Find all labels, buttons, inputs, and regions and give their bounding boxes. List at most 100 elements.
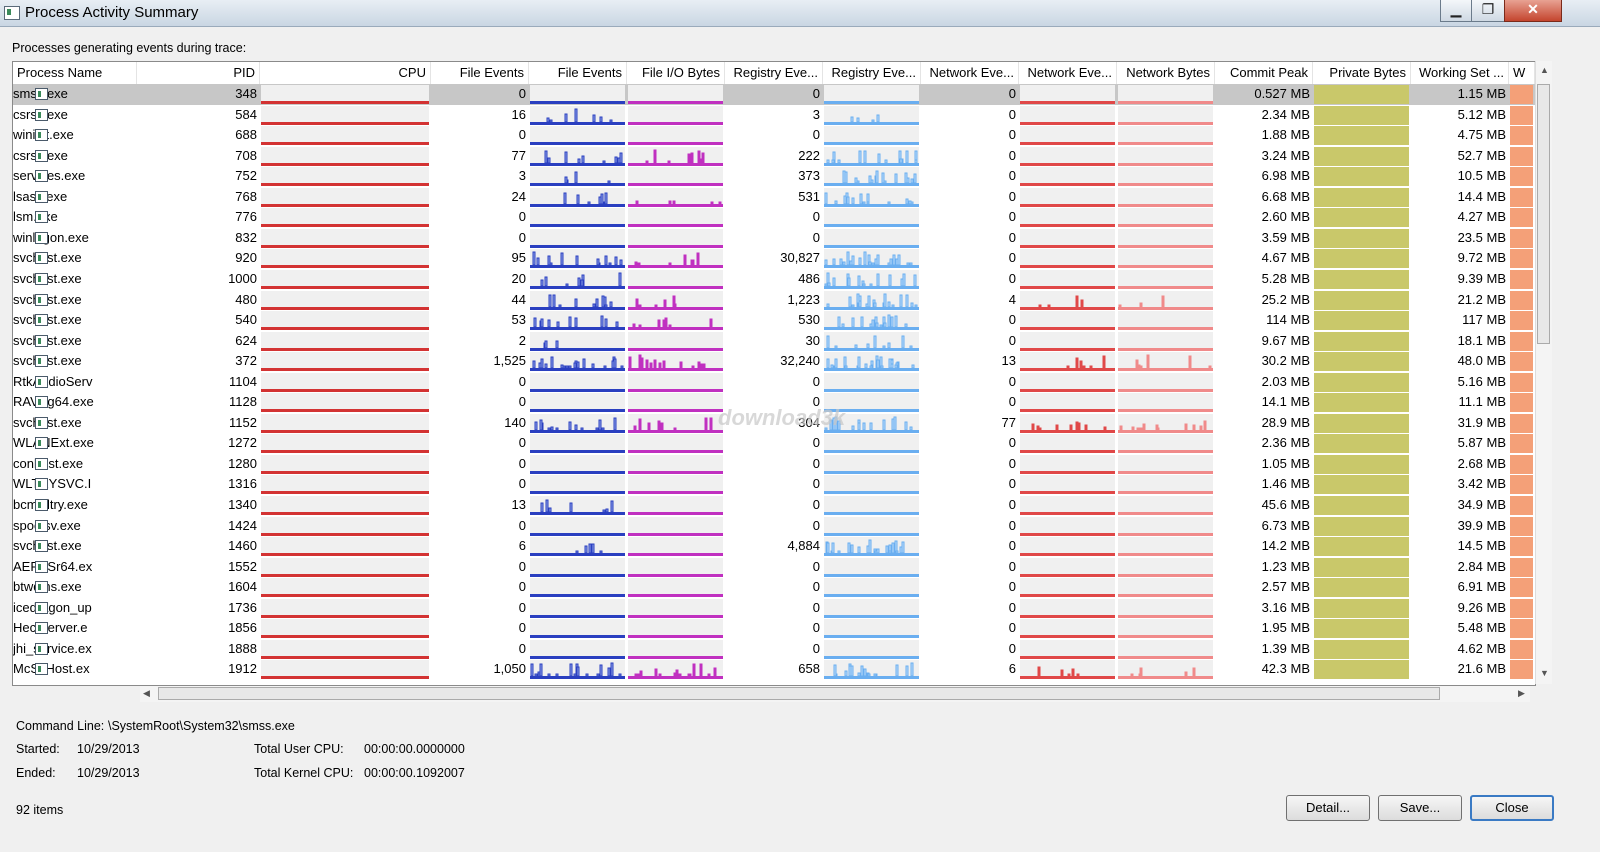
scroll-down-icon[interactable]: ▼ <box>1540 668 1549 678</box>
registry-events-sparkline <box>824 352 919 372</box>
network-bytes-sparkline <box>1118 516 1213 536</box>
cpu-sparkline <box>261 660 429 680</box>
process-name: HeciServer.e <box>13 620 88 636</box>
commit-peak-cell: 1.23 MB <box>1261 558 1310 574</box>
save-button[interactable]: Save... <box>1378 795 1462 821</box>
file-io-sparkline <box>628 516 723 536</box>
private-bytes-sparkline <box>1314 372 1409 392</box>
column-header-12[interactable]: Private Bytes <box>1313 62 1411 84</box>
column-header-3[interactable]: File Events <box>431 62 529 84</box>
network-bytes-sparkline <box>1118 85 1213 104</box>
table-row[interactable]: lsass.exe 768 24 531 0 6.68 MB 14.4 MB <box>13 187 1535 208</box>
ended-label: Ended: <box>16 766 56 780</box>
registry-events-sparkline <box>824 269 919 289</box>
column-header-8[interactable]: Network Eve... <box>921 62 1019 84</box>
close-button[interactable]: Close <box>1470 795 1554 821</box>
network-events-cell: 0 <box>1008 579 1016 595</box>
table-row[interactable]: csrss.exe 708 77 222 0 3.24 MB 52.7 MB <box>13 146 1535 167</box>
table-row[interactable]: WLTRYSVC.I 1316 0 0 0 1.46 MB 3.42 MB <box>13 474 1535 495</box>
private-bytes-sparkline <box>1314 434 1409 454</box>
column-header-4[interactable]: File Events <box>529 62 627 84</box>
scroll-right-icon[interactable]: ▶ <box>1518 688 1525 699</box>
horizontal-scrollbar[interactable]: ◀ ▶ <box>140 686 1530 702</box>
maximize-button[interactable]: ❐ <box>1471 0 1505 22</box>
table-row[interactable]: svchost.exe 372 1,525 32,240 13 30.2 MB 48.0 M… <box>13 351 1535 372</box>
network-events-sparkline <box>1020 454 1115 474</box>
table-row[interactable]: icedragon_up 1736 0 0 0 3.16 MB 9.26 MB <box>13 598 1535 619</box>
table-row[interactable]: WLANExt.exe 1272 0 0 0 2.36 MB 5.87 MB <box>13 433 1535 454</box>
table-row[interactable]: wininit.exe 688 0 0 0 1.88 MB 4.75 MB <box>13 125 1535 146</box>
private-bytes-sparkline <box>1314 228 1409 248</box>
registry-events-cell: 0 <box>812 579 820 595</box>
file-events-sparkline <box>530 249 625 269</box>
table-row[interactable]: svchost.exe 1000 20 486 0 5.28 MB 9.39 MB <box>13 269 1535 290</box>
file-events-sparkline <box>530 496 625 515</box>
network-bytes-sparkline <box>1118 454 1213 474</box>
close-window-button[interactable]: ✕ <box>1504 0 1562 22</box>
table-row[interactable]: conhost.exe 1280 0 0 0 1.05 MB 2.68 MB <box>13 454 1535 475</box>
private-bytes-sparkline <box>1314 146 1409 166</box>
column-header-9[interactable]: Network Eve... <box>1019 62 1117 84</box>
table-row[interactable]: McSvHost.ex 1912 1,050 658 6 42.3 MB 21.6 MB <box>13 659 1535 680</box>
column-header-11[interactable]: Commit Peak <box>1215 62 1313 84</box>
table-row[interactable]: services.exe 752 3 373 0 6.98 MB 10.5 MB <box>13 166 1535 187</box>
column-header-0[interactable]: Process Name <box>13 62 137 84</box>
file-events-sparkline <box>530 578 625 598</box>
column-header-5[interactable]: File I/O Bytes <box>627 62 725 84</box>
table-row[interactable]: csrss.exe 584 16 3 0 2.34 MB 5.12 MB <box>13 105 1535 126</box>
commit-peak-cell: 1.88 MB <box>1261 127 1310 143</box>
table-row[interactable]: svchost.exe 540 53 530 0 114 MB 117 MB <box>13 310 1535 331</box>
network-events-sparkline <box>1020 537 1115 557</box>
table-row[interactable]: svchost.exe 1460 6 4,884 0 14.2 MB 14.5 MB <box>13 536 1535 557</box>
process-icon <box>35 622 48 635</box>
file-events-sparkline <box>530 393 625 413</box>
column-header-14[interactable]: W <box>1509 62 1535 84</box>
process-icon <box>35 519 48 532</box>
file-io-sparkline <box>628 146 723 166</box>
column-header-2[interactable]: CPU <box>260 62 431 84</box>
table-row[interactable]: svchost.exe 920 95 30,827 0 4.67 MB 9.72 MB <box>13 248 1535 269</box>
column-header-1[interactable]: PID <box>137 62 260 84</box>
registry-events-cell: 0 <box>812 497 820 512</box>
scroll-up-icon[interactable]: ▲ <box>1540 65 1549 75</box>
table-row[interactable]: jhi_service.ex 1888 0 0 0 1.39 MB 4.62 MB <box>13 639 1535 660</box>
column-header-10[interactable]: Network Bytes <box>1117 62 1215 84</box>
table-row[interactable]: HeciServer.e 1856 0 0 0 1.95 MB 5.48 MB <box>13 618 1535 639</box>
private-bytes-sparkline <box>1314 557 1409 577</box>
table-row[interactable]: bcmwltry.exe 1340 13 0 0 45.6 MB 34.9 MB <box>13 495 1535 516</box>
table-row[interactable]: spoolsv.exe 1424 0 0 0 6.73 MB 39.9 MB <box>13 516 1535 537</box>
column-header-7[interactable]: Registry Eve... <box>823 62 921 84</box>
pid-cell: 832 <box>235 229 257 245</box>
table-row[interactable]: svchost.exe 480 44 1,223 4 25.2 MB 21.2 MB <box>13 290 1535 311</box>
detail-button[interactable]: Detail... <box>1286 795 1370 821</box>
file-io-sparkline <box>628 537 723 557</box>
column-header-13[interactable]: Working Set ... <box>1411 62 1509 84</box>
process-icon <box>35 252 48 265</box>
window-title: Process Activity Summary <box>25 4 199 21</box>
scroll-left-icon[interactable]: ◀ <box>143 688 150 699</box>
process-name-cell: csrss.exe <box>13 146 137 166</box>
table-row[interactable]: winlogon.exe 832 0 0 0 3.59 MB 23.5 MB <box>13 228 1535 249</box>
table-row[interactable]: lsm.exe 776 0 0 0 2.60 MB 4.27 MB <box>13 207 1535 228</box>
horizontal-scroll-thumb[interactable] <box>158 687 1440 700</box>
process-name-cell: svchost.exe <box>13 413 137 433</box>
table-row[interactable]: smss.exe 348 0 0 0 0.527 MB 1.15 MB <box>13 84 1535 105</box>
table-row[interactable]: AERTSr64.ex 1552 0 0 0 1.23 MB 2.84 MB <box>13 557 1535 578</box>
table-row[interactable]: btwdins.exe 1604 0 0 0 2.57 MB 6.91 MB <box>13 577 1535 598</box>
table-row[interactable]: RtkAudioServ 1104 0 0 0 2.03 MB 5.16 MB <box>13 372 1535 393</box>
minimize-button[interactable]: ▁ <box>1440 0 1472 22</box>
pid-cell: 480 <box>235 291 257 307</box>
table-row[interactable]: svchost.exe 624 2 30 0 9.67 MB 18.1 MB <box>13 331 1535 352</box>
file-events-cell: 0 <box>518 579 526 595</box>
cpu-sparkline <box>261 228 429 248</box>
registry-events-sparkline <box>824 126 919 146</box>
file-io-sparkline <box>628 331 723 351</box>
column-header-6[interactable]: Registry Eve... <box>725 62 823 84</box>
process-name-cell: HeciServer.e <box>13 618 137 638</box>
vertical-scrollbar[interactable]: ▲ ▼ <box>1535 61 1552 684</box>
vertical-scroll-thumb[interactable] <box>1537 84 1550 344</box>
pid-cell: 1128 <box>229 394 257 410</box>
process-grid[interactable]: Process Name PID CPU File Events File Events… <box>12 61 1536 686</box>
registry-events-sparkline <box>824 516 919 536</box>
process-icon <box>35 499 48 511</box>
